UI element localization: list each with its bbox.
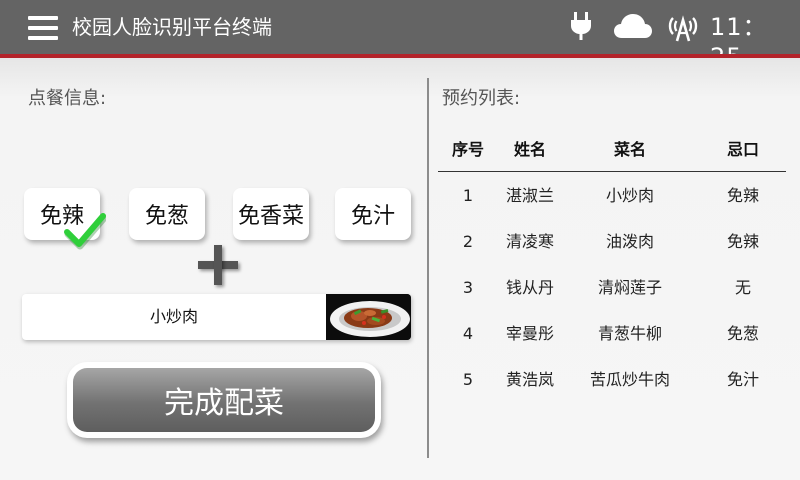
panel-divider [427, 78, 429, 458]
selected-dish-bar[interactable]: 小炒肉 [22, 294, 411, 340]
cell-dish: 青葱牛柳 [597, 324, 662, 343]
dish-photo [326, 294, 411, 340]
cell-dish: 苦瓜炒牛肉 [589, 370, 670, 389]
table-row[interactable]: 1 湛淑兰 小炒肉 免辣 [438, 173, 786, 219]
option-no-scallion[interactable]: 免葱 [129, 188, 205, 240]
table-row[interactable]: 3 钱从丹 清焖莲子 无 [438, 265, 786, 311]
table-row[interactable]: 2 清凌寒 油泼肉 免辣 [438, 219, 786, 265]
dish-name: 小炒肉 [149, 307, 198, 326]
cloud-icon [614, 14, 652, 38]
cell-restriction: 免葱 [726, 324, 759, 343]
reservations-title: 预约列表: [442, 88, 521, 109]
cell-dish: 油泼肉 [605, 232, 654, 251]
order-info-title: 点餐信息: [28, 88, 107, 109]
cell-name: 宰曼彤 [505, 324, 554, 343]
option-no-sauce[interactable]: 免汁 [335, 188, 411, 240]
finish-prep-label: 完成配菜 [73, 368, 375, 432]
cell-restriction: 无 [734, 278, 751, 297]
cell-number: 4 [462, 324, 474, 343]
cell-number: 5 [462, 370, 474, 389]
cell-dish: 清焖莲子 [597, 278, 662, 297]
cell-restriction: 免汁 [726, 370, 759, 389]
cell-number: 3 [462, 278, 474, 297]
app-title: 校园人脸识别平台终端 [72, 15, 272, 39]
cell-name: 黄浩岚 [505, 370, 554, 389]
check-icon [64, 213, 106, 250]
column-header-name: 姓名 [513, 140, 546, 159]
table-row[interactable]: 5 黄浩岚 苦瓜炒牛肉 免汁 [438, 357, 786, 403]
cell-restriction: 免辣 [726, 232, 759, 251]
option-label: 免香菜 [237, 204, 304, 229]
table-row[interactable]: 4 宰曼彤 青葱牛柳 免葱 [438, 311, 786, 357]
cell-name: 湛淑兰 [505, 186, 554, 205]
plug-icon [571, 12, 591, 40]
top-bar: 校园人脸识别平台终端 11：25 [0, 0, 800, 71]
cell-name: 清凌寒 [505, 232, 554, 251]
menu-icon[interactable] [28, 16, 58, 40]
cell-number: 2 [462, 232, 474, 251]
column-header-restriction: 忌口 [726, 140, 759, 159]
cell-number: 1 [462, 186, 474, 205]
finish-prep-button[interactable]: 完成配菜 [67, 362, 381, 438]
option-label: 免汁 [350, 204, 395, 229]
column-header-number: 序号 [451, 140, 484, 159]
table-header: 序号 姓名 菜名 忌口 [438, 130, 786, 172]
antenna-icon [668, 15, 698, 42]
cell-restriction: 免辣 [726, 186, 759, 205]
column-header-dish: 菜名 [613, 140, 646, 159]
option-label: 免葱 [144, 204, 189, 229]
cell-name: 钱从丹 [505, 278, 554, 297]
cell-dish: 小炒肉 [605, 186, 654, 205]
option-no-coriander[interactable]: 免香菜 [233, 188, 309, 240]
plus-icon [198, 244, 242, 288]
